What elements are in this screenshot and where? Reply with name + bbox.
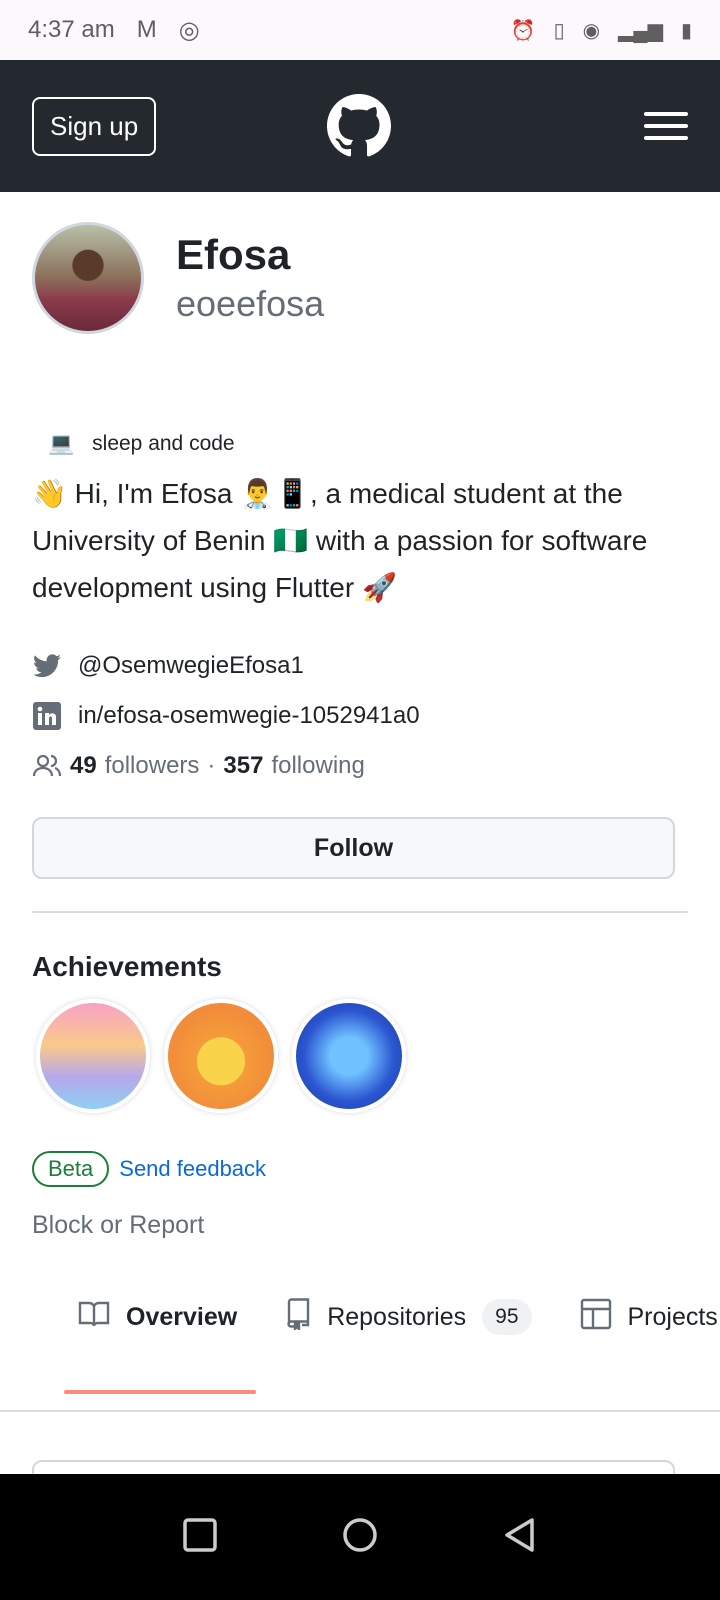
github-logo-icon[interactable] — [327, 94, 391, 163]
android-nav-bar — [0, 1474, 720, 1600]
beta-label: Beta — [32, 1151, 110, 1187]
profile-tabs: Overview Repositories 95 Projects — [0, 1288, 720, 1346]
sign-up-button[interactable]: Sign up — [32, 96, 157, 156]
project-table-icon — [580, 1298, 612, 1337]
tab-projects[interactable]: Projects — [580, 1298, 718, 1337]
signal-icon: ▂▄▆ — [618, 19, 663, 42]
repo-icon — [285, 1297, 311, 1337]
vibrate-icon: ▯ — [553, 19, 565, 42]
profile-login: eoeefosa — [176, 283, 325, 324]
linkedin-icon — [32, 701, 62, 731]
laptop-emoji: 💻 — [48, 432, 75, 455]
active-tab-indicator — [64, 1390, 256, 1394]
divider — [32, 911, 688, 913]
gmail-icon: M — [136, 16, 157, 43]
home-button-icon[interactable] — [342, 1517, 378, 1558]
hotspot-icon: ◉ — [582, 19, 601, 42]
tab-label: Overview — [126, 1302, 238, 1331]
divider — [0, 1410, 720, 1412]
following-label[interactable]: following — [271, 752, 364, 780]
avatar[interactable] — [32, 222, 144, 334]
book-icon — [78, 1300, 110, 1335]
linkedin-link[interactable]: in/efosa-osemwegie-1052941a0 — [32, 701, 688, 731]
tab-overview[interactable]: Overview — [78, 1300, 237, 1335]
achievement-yolo-badge[interactable] — [36, 999, 150, 1113]
following-count[interactable]: 357 — [223, 752, 263, 780]
followers-label[interactable]: followers — [105, 752, 200, 780]
separator: · — [207, 752, 216, 779]
top-nav: Sign up — [0, 60, 720, 192]
battery-icon: ▮ — [680, 19, 692, 42]
block-or-report-link[interactable]: Block or Report — [32, 1211, 688, 1240]
app-notification-icon: ◎ — [178, 16, 200, 44]
tab-label: Repositories — [327, 1302, 467, 1331]
tab-label: Projects — [627, 1302, 718, 1331]
tab-repositories[interactable]: Repositories 95 — [285, 1297, 532, 1337]
twitter-handle[interactable]: @OsemwegieEfosa1 — [78, 652, 304, 680]
alarm-icon: ⏰ — [510, 19, 536, 42]
achievements-heading: Achievements — [32, 951, 222, 982]
clock: 4:37 am — [28, 16, 115, 43]
achievement-pull-shark-badge[interactable] — [292, 999, 406, 1113]
recents-button-icon[interactable] — [182, 1517, 218, 1558]
status-bar: 4:37 am M ◎ ⏰ ▯ ◉ ▂▄▆ ▮ — [0, 0, 720, 60]
twitter-link[interactable]: @OsemwegieEfosa1 — [32, 651, 688, 681]
follow-button[interactable]: Follow — [32, 817, 675, 879]
repositories-count: 95 — [482, 1299, 532, 1335]
status-text: sleep and code — [92, 432, 235, 455]
send-feedback-link[interactable]: Send feedback — [119, 1156, 266, 1182]
linkedin-handle[interactable]: in/efosa-osemwegie-1052941a0 — [78, 702, 420, 730]
people-icon — [32, 751, 62, 781]
twitter-icon — [32, 651, 62, 681]
achievement-quickdraw-badge[interactable] — [164, 999, 278, 1113]
back-button-icon[interactable] — [502, 1517, 538, 1558]
followers-count[interactable]: 49 — [70, 752, 97, 780]
follow-stats: 49 followers · 357 following — [32, 751, 688, 781]
profile-name: Efosa — [176, 231, 291, 278]
hamburger-menu-icon[interactable] — [644, 104, 688, 148]
profile-bio: 👋 Hi, I'm Efosa 👨‍⚕️📱, a medical student… — [32, 478, 648, 603]
user-status: 💻 sleep and code — [48, 432, 720, 456]
